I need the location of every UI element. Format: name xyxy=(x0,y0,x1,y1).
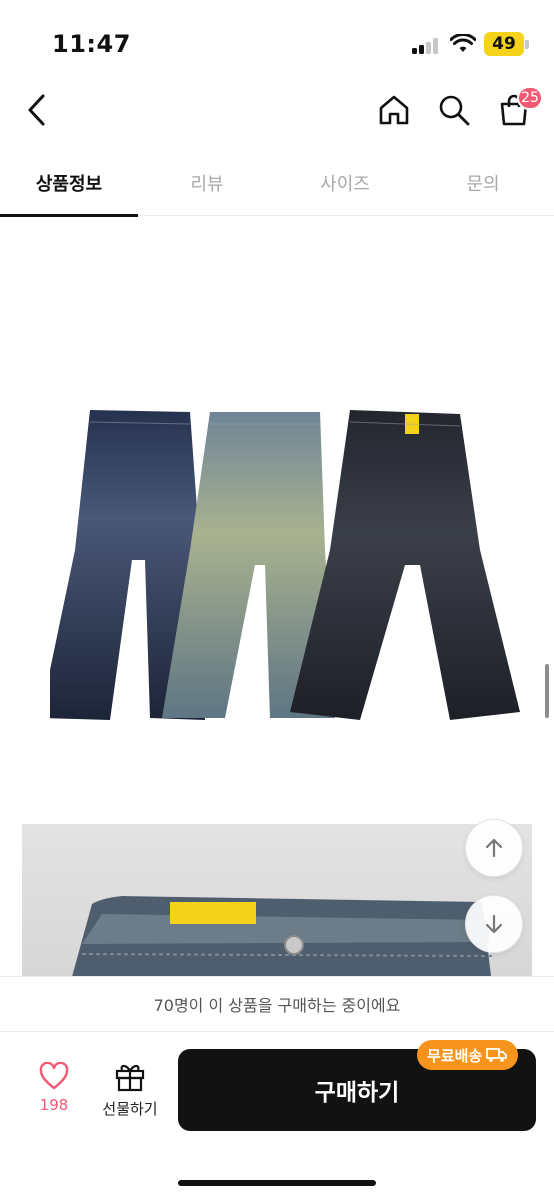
free-shipping-badge: 무료배송 xyxy=(417,1040,519,1070)
home-button[interactable] xyxy=(374,88,414,132)
battery-indicator: 49 xyxy=(484,32,524,56)
search-icon xyxy=(439,95,470,126)
wifi-icon xyxy=(450,34,476,52)
home-indicator[interactable] xyxy=(178,1180,376,1186)
purchase-activity-notice: 70명이 이 상품을 구매하는 중이에요 xyxy=(0,976,554,1032)
tab-inquiry[interactable]: 문의 xyxy=(414,150,552,216)
arrow-up-icon xyxy=(485,838,503,858)
tab-reviews[interactable]: 리뷰 xyxy=(138,150,276,216)
like-count: 198 xyxy=(39,1096,69,1114)
truck-icon xyxy=(486,1048,508,1062)
gift-button[interactable]: 선물하기 xyxy=(94,1062,166,1126)
top-nav-bar xyxy=(0,80,554,142)
status-bar: 11:47 49 xyxy=(0,0,554,80)
scrollbar[interactable] xyxy=(545,664,549,718)
tab-size[interactable]: 사이즈 xyxy=(276,150,414,216)
back-button[interactable] xyxy=(16,88,56,132)
like-button[interactable]: 198 xyxy=(28,1062,80,1126)
scroll-up-button[interactable] xyxy=(465,819,523,877)
chevron-left-icon xyxy=(28,94,45,126)
heart-icon xyxy=(39,1062,69,1090)
status-time: 11:47 xyxy=(52,30,131,58)
product-tabs: 상품정보 리뷰 사이즈 문의 xyxy=(0,150,554,217)
scroll-down-button[interactable] xyxy=(465,895,523,953)
cellular-signal-icon xyxy=(412,38,440,54)
arrow-down-icon xyxy=(485,914,503,934)
gift-icon xyxy=(115,1064,145,1092)
product-image-jeans xyxy=(50,410,520,720)
cart-count-badge: 25 xyxy=(517,86,543,110)
free-shipping-label: 무료배송 xyxy=(427,1046,483,1065)
product-detail-image xyxy=(22,824,532,984)
battery-tip xyxy=(525,40,529,49)
home-icon xyxy=(379,95,409,125)
gift-label: 선물하기 xyxy=(102,1100,158,1118)
search-button[interactable] xyxy=(434,88,474,132)
jeans-closeup xyxy=(70,896,493,984)
tab-product-info[interactable]: 상품정보 xyxy=(0,150,138,217)
